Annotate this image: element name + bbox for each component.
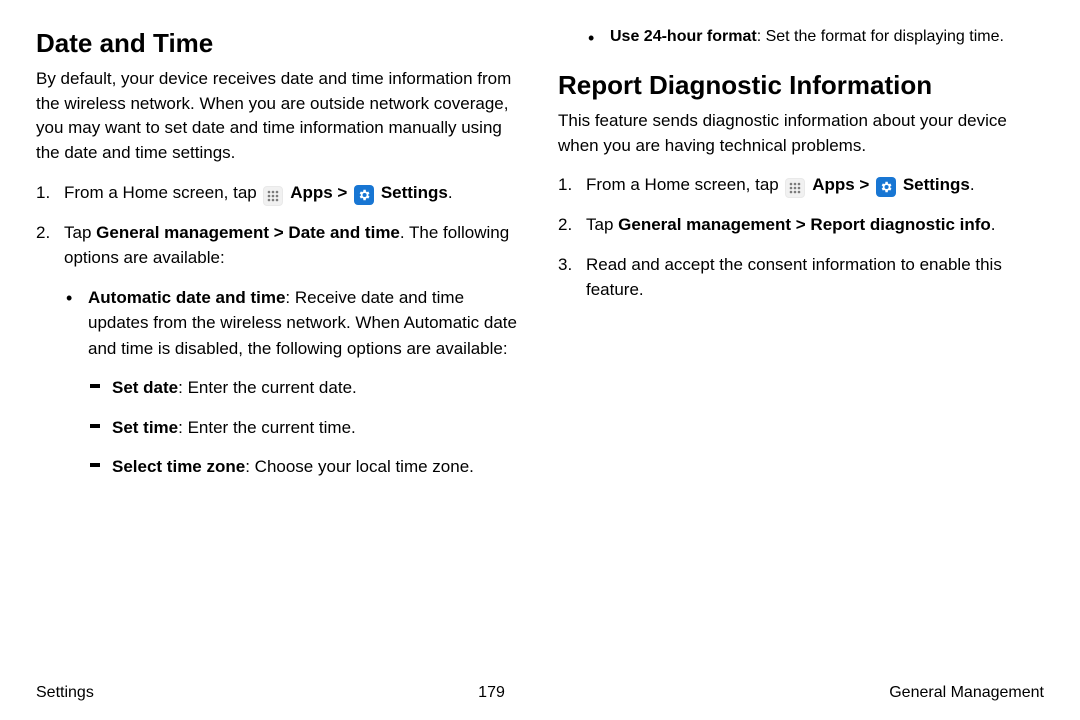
- footer: Settings 179 General Management: [36, 684, 1044, 702]
- right-column: Use 24-hour format: Set the format for d…: [558, 28, 1044, 668]
- dash1-rest: : Enter the current date.: [178, 378, 357, 397]
- dsep: >: [855, 175, 874, 194]
- dash2-bold: Set time: [112, 418, 178, 437]
- settings-icon: [876, 177, 896, 197]
- continued-bullet: Use 24-hour format: Set the format for d…: [610, 28, 1044, 46]
- apps-icon: [785, 178, 805, 198]
- settings-label: Settings: [381, 183, 448, 202]
- bullet-auto: Automatic date and time: Receive date an…: [88, 285, 522, 480]
- dstep3: Read and accept the consent information …: [586, 255, 1002, 300]
- apps-icon: [263, 186, 283, 206]
- dash3-rest: : Choose your local time zone.: [245, 457, 474, 476]
- dash3-bold: Select time zone: [112, 457, 245, 476]
- diag-step-3: Read and accept the consent information …: [586, 252, 1044, 303]
- dash2-rest: : Enter the current time.: [178, 418, 356, 437]
- heading-diagnostic: Report Diagnostic Information: [558, 70, 1044, 101]
- apps-label: Apps: [290, 183, 333, 202]
- dash-set-date: Set date: Enter the current date.: [112, 375, 522, 401]
- heading-date-time: Date and Time: [36, 28, 522, 59]
- footer-left: Settings: [36, 684, 94, 702]
- footer-page: 179: [478, 684, 505, 702]
- topbullet-bold: Use 24-hour format: [610, 28, 757, 45]
- dash1-bold: Set date: [112, 378, 178, 397]
- step2-prefix: Tap: [64, 223, 96, 242]
- steps-date-time: From a Home screen, tap Apps > Settings.…: [36, 180, 522, 480]
- steps-diagnostic: From a Home screen, tap Apps > Settings.…: [558, 172, 1044, 303]
- bullet-24hour: Use 24-hour format: Set the format for d…: [610, 28, 1044, 46]
- dash-time-zone: Select time zone: Choose your local time…: [112, 454, 522, 480]
- sep: >: [333, 183, 352, 202]
- diag-step-1: From a Home screen, tap Apps > Settings.: [586, 172, 1044, 198]
- dapps-label: Apps: [812, 175, 855, 194]
- topbullet-rest: : Set the format for displaying time.: [757, 28, 1004, 45]
- settings-icon: [354, 185, 374, 205]
- step1-prefix: From a Home screen, tap: [64, 183, 261, 202]
- intro-date-time: By default, your device receives date an…: [36, 67, 522, 166]
- dstep1-suffix: .: [970, 175, 975, 194]
- dstep1-prefix: From a Home screen, tap: [586, 175, 783, 194]
- dash-list: Set date: Enter the current date. Set ti…: [112, 375, 522, 480]
- dsettings-label: Settings: [903, 175, 970, 194]
- intro-diagnostic: This feature sends diagnostic informatio…: [558, 109, 1044, 158]
- footer-right: General Management: [889, 684, 1044, 702]
- dstep2-suffix: .: [991, 215, 996, 234]
- step-2: Tap General management > Date and time. …: [64, 220, 522, 480]
- step-1: From a Home screen, tap Apps > Settings.: [64, 180, 522, 206]
- left-column: Date and Time By default, your device re…: [36, 28, 522, 668]
- step2-bold: General management > Date and time: [96, 223, 400, 242]
- bullet-list: Automatic date and time: Receive date an…: [88, 285, 522, 480]
- diag-step-2: Tap General management > Report diagnost…: [586, 212, 1044, 238]
- dash-set-time: Set time: Enter the current time.: [112, 415, 522, 441]
- step1-suffix: .: [448, 183, 453, 202]
- bullet1-bold: Automatic date and time: [88, 288, 285, 307]
- dstep2-prefix: Tap: [586, 215, 618, 234]
- dstep2-bold: General management > Report diagnostic i…: [618, 215, 991, 234]
